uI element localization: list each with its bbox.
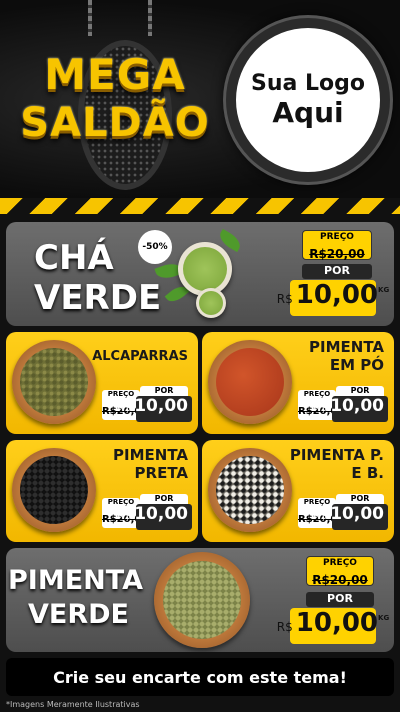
product-name: ALCAPARRAS xyxy=(92,349,188,364)
por-label: POR xyxy=(140,494,188,504)
cta-button[interactable]: Crie seu encarte com este tema! xyxy=(6,658,394,696)
old-price-tag: PREÇO R$20,00 xyxy=(306,556,374,587)
product-name-line1: PIMENTA P. xyxy=(289,446,384,464)
por-label: POR xyxy=(302,264,372,279)
product-name-line2: E B. xyxy=(351,464,384,482)
discount-badge: -50% xyxy=(138,230,172,264)
title-line1: MEGA xyxy=(44,50,186,99)
price-tag: R$ 10,00 KG xyxy=(277,280,389,316)
product-name-line1: PIMENTA xyxy=(8,565,143,596)
logo-text-line2: Aqui xyxy=(272,96,344,129)
price-value: 10,00 xyxy=(330,396,384,416)
price-value: 10,00 xyxy=(134,396,188,416)
logo-text-line1: Sua Logo xyxy=(250,71,365,96)
featured-product-bottom[interactable]: PIMENTA VERDE PREÇO R$20,00 POR R$ 10,00… xyxy=(6,548,394,652)
product-card-pimenta-preta[interactable]: PIMENTA PRETA POR PREÇO R$20,00 R$ 10,00 xyxy=(6,440,198,542)
price-currency: R$ xyxy=(116,509,132,522)
price-value: 10,00 xyxy=(134,504,188,524)
price-tag: R$ 10,00 xyxy=(313,504,388,530)
old-price-label: PREÇO xyxy=(323,558,357,568)
old-price-label: PREÇO xyxy=(320,232,354,242)
old-price-value: R$20,00 xyxy=(309,247,365,261)
logo-placeholder[interactable]: Sua Logo Aqui xyxy=(226,18,390,182)
old-price-tag: PREÇO R$20,00 xyxy=(302,230,372,261)
product-name-line1: PIMENTA xyxy=(113,446,188,464)
price-currency: R$ xyxy=(116,401,132,414)
price-tag: R$ 10,00 xyxy=(117,396,192,422)
product-name-line2: VERDE xyxy=(34,278,162,318)
product-image-black-white-pepper xyxy=(208,448,292,532)
price-currency: R$ xyxy=(312,509,328,522)
chain-right xyxy=(148,0,152,36)
product-name: PIMENTA P. E B. xyxy=(290,446,384,482)
price-tag: R$ 10,00 KG xyxy=(277,608,389,644)
chain-left xyxy=(88,0,92,36)
old-price-value: R$20,00 xyxy=(312,573,368,587)
product-name: PIMENTA VERDE xyxy=(8,564,143,632)
price-value: 10,00 xyxy=(295,280,379,310)
product-image-green-pepper xyxy=(154,552,250,648)
product-card-alcaparras[interactable]: ALCAPARRAS POR PREÇO R$20,00 R$ 10,00 xyxy=(6,332,198,434)
por-label: POR xyxy=(306,592,374,607)
product-name-line2: VERDE xyxy=(28,599,129,630)
featured-product-top[interactable]: CHÁ VERDE -50% PREÇO R$20,00 POR R$ 10,0… xyxy=(6,222,394,326)
product-name: PIMENTA PRETA xyxy=(113,446,188,482)
product-name: PIMENTA EM PÓ xyxy=(309,338,384,374)
header-banner: MEGA SALDÃO Sua Logo Aqui xyxy=(0,0,400,200)
price-value: 10,00 xyxy=(295,608,379,638)
price-unit: KG xyxy=(378,614,390,622)
product-image-paprika xyxy=(208,340,292,424)
product-card-pimenta-p-e-b[interactable]: PIMENTA P. E B. POR PREÇO R$20,00 R$ 10,… xyxy=(202,440,394,542)
price-currency: R$ xyxy=(276,620,293,634)
price-currency: R$ xyxy=(312,401,328,414)
hazard-stripe-divider xyxy=(0,198,400,214)
price-tag: R$ 10,00 xyxy=(117,504,192,530)
price-tag: R$ 10,00 xyxy=(313,396,388,422)
product-name-line2: EM PÓ xyxy=(329,356,384,374)
tea-spoon-image xyxy=(196,288,226,318)
price-unit: KG xyxy=(378,286,390,294)
product-image-black-pepper xyxy=(12,448,96,532)
disclaimer-footnote: *Imagens Meramente Ilustrativas xyxy=(6,700,140,709)
price-value: 10,00 xyxy=(330,504,384,524)
title-line2: SALDÃO xyxy=(20,100,210,146)
product-name-line1: PIMENTA xyxy=(309,338,384,356)
por-label: POR xyxy=(336,494,384,504)
por-label: POR xyxy=(140,386,188,396)
price-currency: R$ xyxy=(276,292,293,306)
product-card-pimenta-em-po[interactable]: PIMENTA EM PÓ POR PREÇO R$20,00 R$ 10,00 xyxy=(202,332,394,434)
product-image-capers xyxy=(12,340,96,424)
product-name-line2: PRETA xyxy=(134,464,188,482)
por-label: POR xyxy=(336,386,384,396)
